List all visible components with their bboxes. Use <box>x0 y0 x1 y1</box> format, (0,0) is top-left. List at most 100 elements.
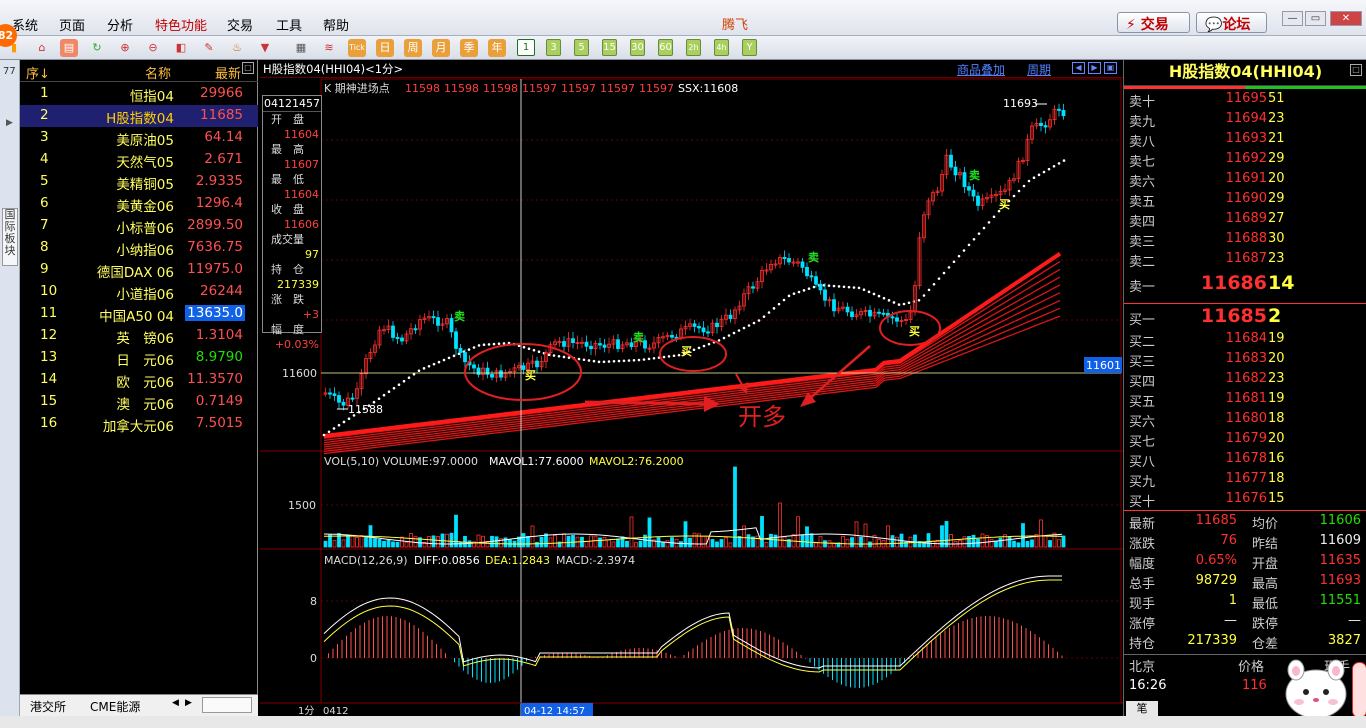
bid-row[interactable]: 买十 11676 15 <box>1124 490 1366 510</box>
period-3min-button[interactable]: 3 <box>546 39 561 56</box>
list-item[interactable]: 11 中国A50 04 13635.0 <box>20 303 258 325</box>
period-60min-button[interactable]: 60 <box>658 39 673 56</box>
pencil-icon[interactable]: ✎ <box>200 39 218 57</box>
list-item[interactable]: 1 恒指04 29966 <box>20 83 258 105</box>
tick-tab[interactable]: 笔 <box>1126 701 1158 716</box>
table-icon[interactable]: ▦ <box>292 39 310 57</box>
list-item[interactable]: 8 小纳指06 7636.75 <box>20 237 258 259</box>
menu-features[interactable]: 特色功能 <box>155 15 207 34</box>
list-item[interactable]: 4 天然气05 2.671 <box>20 149 258 171</box>
zoom-in-icon[interactable]: ⊕ <box>116 39 134 57</box>
ask-row[interactable]: 卖九 11694 23 <box>1124 110 1366 130</box>
restore-icon[interactable]: ▭ <box>1305 11 1326 26</box>
list-item[interactable]: 15 澳 元06 0.7149 <box>20 391 258 413</box>
bid-row[interactable]: 买四 11682 23 <box>1124 370 1366 390</box>
list-item[interactable]: 10 小道指06 26244 <box>20 281 258 303</box>
tab-scrollbar[interactable] <box>202 697 252 713</box>
bid-row[interactable]: 买六 11680 18 <box>1124 410 1366 430</box>
side-widget[interactable] <box>1352 662 1366 718</box>
week-button[interactable]: 周 <box>404 39 422 57</box>
news-icon[interactable]: ▤ <box>60 39 78 57</box>
macd-value: MACD:-2.3974 <box>556 554 635 567</box>
ask-row[interactable]: 卖六 11691 20 <box>1124 170 1366 190</box>
quarter-button[interactable]: 季 <box>460 39 478 57</box>
tab-international[interactable]: 国际板块 <box>2 208 18 266</box>
bid-row[interactable]: 买三 11683 20 <box>1124 350 1366 370</box>
tab-scroll-right-icon[interactable]: ▶ <box>185 698 192 708</box>
brush-icon[interactable]: ♨ <box>228 39 246 57</box>
day-button[interactable]: 日 <box>376 39 394 57</box>
kline-icon[interactable]: ≋ <box>320 39 338 57</box>
refresh-icon[interactable]: ↻ <box>88 39 106 57</box>
bid-row[interactable]: 买五 11681 19 <box>1124 390 1366 410</box>
home-icon[interactable]: ⌂ <box>33 39 51 57</box>
list-item[interactable]: 7 小标普06 2899.50 <box>20 215 258 237</box>
ask-row[interactable]: 卖五 11690 29 <box>1124 190 1366 210</box>
bid-row[interactable]: 买一 11685 2 <box>1124 305 1366 328</box>
menu-help[interactable]: 帮助 <box>323 15 349 34</box>
ask-price: 11689 <box>1225 211 1267 226</box>
ask-row[interactable]: 卖一 11686 14 <box>1124 272 1366 295</box>
list-item[interactable]: 2 H股指数04 11685 <box>20 105 258 127</box>
col-idx-header[interactable]: 序↓ <box>26 63 50 82</box>
list-item[interactable]: 14 欧 元06 11.3570 <box>20 369 258 391</box>
period-15min-button[interactable]: 15 <box>602 39 617 56</box>
price-chart[interactable]: 开多 卖 卖 卖 卖 买 买 买 买 K 期神进场点 11598 11598 1… <box>260 60 1123 718</box>
period-1min-button[interactable]: 1 <box>517 39 535 56</box>
menu-trade[interactable]: 交易 <box>227 15 253 34</box>
period-30min-button[interactable]: 30 <box>630 39 645 56</box>
ask-row[interactable]: 卖二 11687 23 <box>1124 250 1366 270</box>
col-price-header[interactable]: 最新 <box>215 63 241 82</box>
period-2h-button[interactable]: 2h <box>686 39 701 56</box>
ask-row[interactable]: 卖十 11695 51 <box>1124 90 1366 110</box>
year-button[interactable]: 年 <box>488 39 506 57</box>
sar-dot <box>602 360 606 364</box>
list-item[interactable]: 6 美黄金06 1296.4 <box>20 193 258 215</box>
list-item-price: 26244 <box>200 283 243 299</box>
sar-dot <box>987 221 991 224</box>
list-item[interactable]: 5 美精铜05 2.9335 <box>20 171 258 193</box>
filter-icon[interactable]: ▼ <box>256 39 274 57</box>
expand-arrow-icon[interactable]: ▶ <box>6 118 13 128</box>
trade-button[interactable]: ⚡ 交易 <box>1117 12 1190 33</box>
month-button[interactable]: 月 <box>432 39 450 57</box>
bid-row[interactable]: 买九 11677 18 <box>1124 470 1366 490</box>
ask-row[interactable]: 卖三 11688 30 <box>1124 230 1366 250</box>
menu-page[interactable]: 页面 <box>59 15 85 34</box>
panel-restore-icon[interactable]: □ <box>242 62 254 74</box>
bid-row[interactable]: 买七 11679 20 <box>1124 430 1366 450</box>
candle-body <box>472 364 476 369</box>
list-item[interactable]: 16 加拿大元06 7.5015 <box>20 413 258 435</box>
panel-restore-icon[interactable]: □ <box>1350 64 1362 76</box>
ask-row[interactable]: 卖七 11692 29 <box>1124 150 1366 170</box>
bid-row[interactable]: 买八 11678 16 <box>1124 450 1366 470</box>
list-item[interactable]: 9 德国DAX 06 11975.0 <box>20 259 258 281</box>
tab-scroll-left-icon[interactable]: ◀ <box>172 698 179 708</box>
annotation-circle <box>659 336 727 372</box>
bid-row[interactable]: 买二 11684 19 <box>1124 330 1366 350</box>
close-icon[interactable]: ✕ <box>1330 11 1362 26</box>
tab-hkex[interactable]: 港交所 <box>30 698 66 715</box>
stat-label: 持仓 <box>1129 637 1156 652</box>
menu-analysis[interactable]: 分析 <box>107 15 133 34</box>
tick-chart-icon[interactable]: Tick <box>348 39 366 57</box>
period-year-button[interactable]: Y <box>742 39 757 56</box>
volume-bar <box>377 538 382 548</box>
minimize-icon[interactable]: — <box>1282 11 1303 26</box>
period-4h-button[interactable]: 4h <box>714 39 729 56</box>
menu-tools[interactable]: 工具 <box>276 15 302 34</box>
list-item[interactable]: 3 美原油05 64.14 <box>20 127 258 149</box>
list-item-name: 日 元06 <box>116 353 174 369</box>
period-5min-button[interactable]: 5 <box>574 39 589 56</box>
col-name-header[interactable]: 名称 <box>145 63 171 82</box>
ask-price: 11692 <box>1225 151 1267 166</box>
volume-bar <box>593 535 598 548</box>
layers-icon[interactable]: ◧ <box>172 39 190 57</box>
list-item[interactable]: 12 英 镑06 1.3104 <box>20 325 258 347</box>
list-item[interactable]: 13 日 元06 8.9790 <box>20 347 258 369</box>
ask-row[interactable]: 卖八 11693 21 <box>1124 130 1366 150</box>
forum-button[interactable]: 💬论坛 <box>1196 12 1267 33</box>
tab-cme-energy[interactable]: CME能源 <box>90 698 140 715</box>
ask-row[interactable]: 卖四 11689 27 <box>1124 210 1366 230</box>
zoom-out-icon[interactable]: ⊖ <box>144 39 162 57</box>
